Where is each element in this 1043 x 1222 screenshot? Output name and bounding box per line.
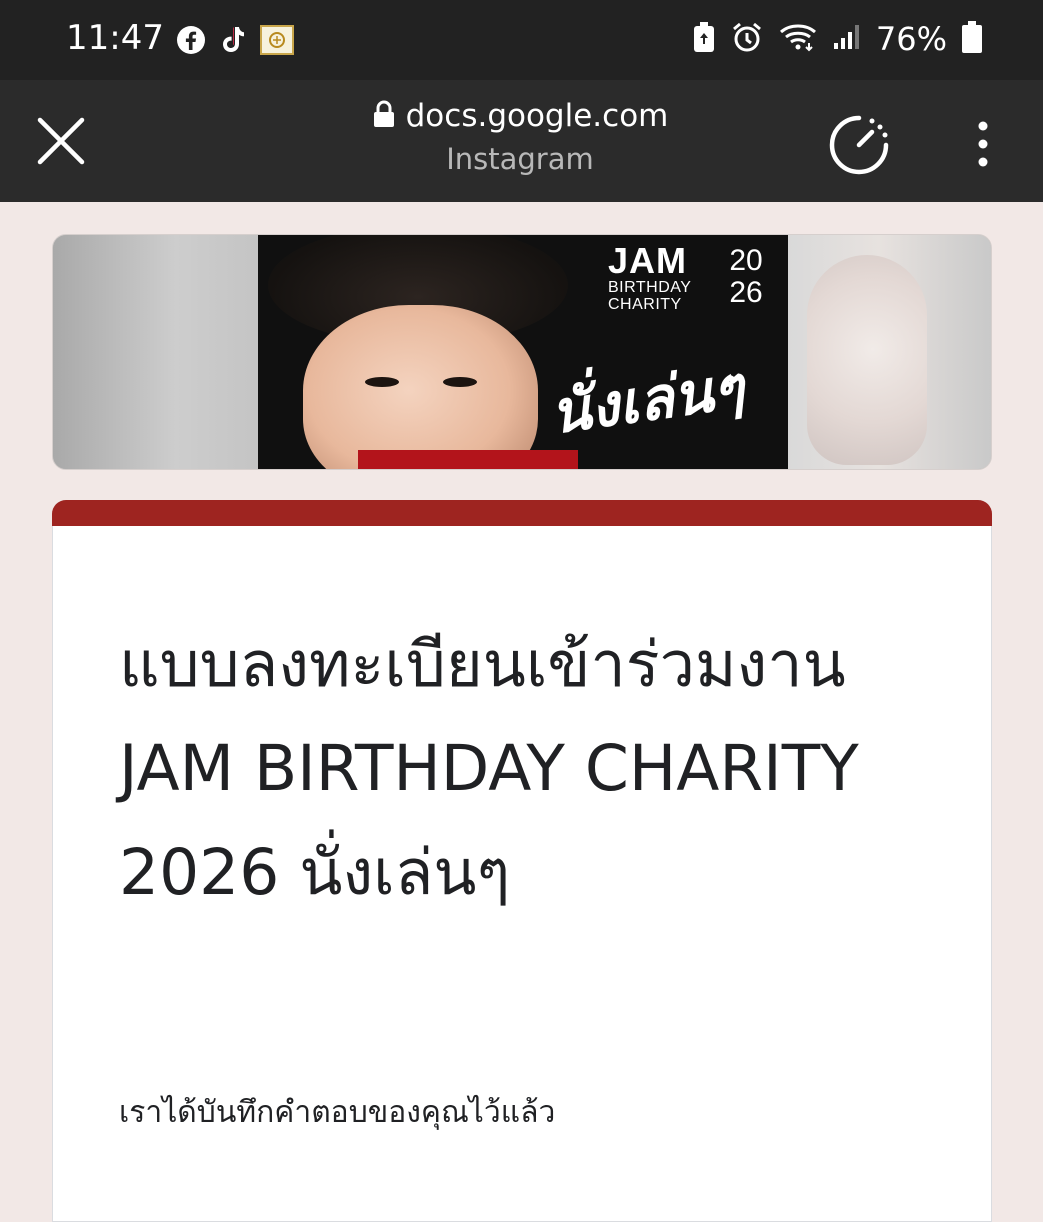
battery-icon xyxy=(961,20,983,58)
url-area[interactable]: docs.google.com Instagram xyxy=(300,98,740,176)
source-app-label: Instagram xyxy=(446,142,594,176)
form-header-banner: JAM BIRTHDAY CHARITY 20 26 นั่งเล่นๆ xyxy=(52,234,992,470)
data-saver-icon xyxy=(829,115,889,175)
close-button[interactable] xyxy=(36,116,86,166)
facebook-icon xyxy=(176,25,206,59)
app-badge-icon xyxy=(260,25,294,59)
confirmation-message: เราได้บันทึกคำตอบของคุณไว้แล้ว xyxy=(119,1095,556,1130)
browser-toolbar: docs.google.com Instagram xyxy=(0,80,1043,202)
more-vert-icon xyxy=(978,121,988,167)
battery-saver-icon xyxy=(692,21,716,57)
data-saver-button[interactable] xyxy=(828,114,890,176)
banner-ear-image xyxy=(807,255,927,465)
status-bar: 11:47 76% xyxy=(0,0,1043,80)
url-text: docs.google.com xyxy=(405,98,669,134)
system-icons: 76% xyxy=(692,20,983,58)
form-card: แบบลงทะเบียนเข้าร่วมงาน JAM BIRTHDAY CHA… xyxy=(52,500,992,1222)
form-title: แบบลงทะเบียนเข้าร่วมงาน JAM BIRTHDAY CHA… xyxy=(119,628,859,909)
notification-icons xyxy=(176,24,294,60)
signal-icon xyxy=(832,23,862,55)
photo-shirt xyxy=(358,450,578,469)
alarm-icon xyxy=(730,21,764,57)
photo-face xyxy=(303,305,538,469)
lock-icon xyxy=(372,100,396,132)
status-time: 11:47 xyxy=(66,18,164,58)
jam-logo-year: 20 26 xyxy=(729,244,763,309)
card-accent-bar xyxy=(52,500,992,526)
wifi-icon xyxy=(778,22,818,56)
jam-logo: JAM BIRTHDAY CHARITY 20 26 xyxy=(608,243,763,314)
battery-percent: 76% xyxy=(875,20,947,58)
close-icon xyxy=(37,117,85,165)
banner-left-blur xyxy=(53,235,258,469)
tiktok-icon xyxy=(218,24,248,60)
banner-right-blur xyxy=(787,235,991,469)
banner-photo: JAM BIRTHDAY CHARITY 20 26 นั่งเล่นๆ xyxy=(258,235,788,469)
banner-script-text: นั่งเล่นๆ xyxy=(546,352,748,448)
more-options-button[interactable] xyxy=(966,120,1000,168)
